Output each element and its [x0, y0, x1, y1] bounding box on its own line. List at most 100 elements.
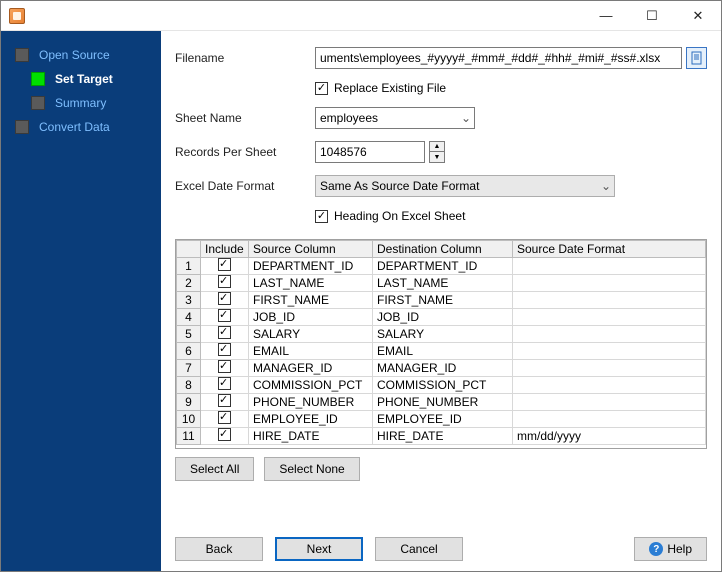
include-cell[interactable]: [201, 377, 249, 394]
records-per-sheet-input[interactable]: [315, 141, 425, 163]
source-cell[interactable]: SALARY: [249, 326, 373, 343]
col-srcdate[interactable]: Source Date Format: [513, 241, 706, 258]
nav-set-target[interactable]: Set Target: [1, 67, 161, 91]
browse-button[interactable]: [686, 47, 707, 69]
include-checkbox[interactable]: [218, 343, 231, 356]
select-all-button[interactable]: Select All: [175, 457, 254, 481]
dest-cell[interactable]: COMMISSION_PCT: [373, 377, 513, 394]
include-checkbox[interactable]: [218, 428, 231, 441]
col-source[interactable]: Source Column: [249, 241, 373, 258]
srcdate-cell[interactable]: [513, 394, 706, 411]
dest-cell[interactable]: DEPARTMENT_ID: [373, 258, 513, 275]
source-cell[interactable]: MANAGER_ID: [249, 360, 373, 377]
table-row[interactable]: 6 EMAILEMAIL: [177, 343, 706, 360]
source-cell[interactable]: JOB_ID: [249, 309, 373, 326]
include-checkbox[interactable]: [218, 394, 231, 407]
include-checkbox[interactable]: [218, 411, 231, 424]
source-cell[interactable]: COMMISSION_PCT: [249, 377, 373, 394]
replace-existing-checkbox[interactable]: [315, 82, 328, 95]
table-row[interactable]: 11HIRE_DATEHIRE_DATEmm/dd/yyyy: [177, 428, 706, 445]
row-header[interactable]: 2: [177, 275, 201, 292]
row-header[interactable]: 9: [177, 394, 201, 411]
row-header[interactable]: 6: [177, 343, 201, 360]
dest-cell[interactable]: HIRE_DATE: [373, 428, 513, 445]
include-cell[interactable]: [201, 258, 249, 275]
date-format-combo[interactable]: ⌄: [315, 175, 615, 197]
srcdate-cell[interactable]: [513, 309, 706, 326]
sheet-name-combo[interactable]: ⌄: [315, 107, 475, 129]
spinner-down[interactable]: ▼: [429, 152, 445, 163]
sheet-name-input[interactable]: [315, 107, 475, 129]
dest-cell[interactable]: JOB_ID: [373, 309, 513, 326]
table-row[interactable]: 8 COMMISSION_PCTCOMMISSION_PCT: [177, 377, 706, 394]
source-cell[interactable]: LAST_NAME: [249, 275, 373, 292]
dest-cell[interactable]: EMPLOYEE_ID: [373, 411, 513, 428]
row-header[interactable]: 11: [177, 428, 201, 445]
srcdate-cell[interactable]: mm/dd/yyyy: [513, 428, 706, 445]
select-none-button[interactable]: Select None: [264, 457, 359, 481]
include-cell[interactable]: [201, 394, 249, 411]
include-checkbox[interactable]: [218, 258, 231, 271]
table-row[interactable]: 3 FIRST_NAMEFIRST_NAME: [177, 292, 706, 309]
help-button[interactable]: ? Help: [634, 537, 707, 561]
include-cell[interactable]: [201, 292, 249, 309]
include-cell[interactable]: [201, 343, 249, 360]
maximize-button[interactable]: ☐: [629, 1, 675, 31]
srcdate-cell[interactable]: [513, 275, 706, 292]
source-cell[interactable]: PHONE_NUMBER: [249, 394, 373, 411]
dest-cell[interactable]: FIRST_NAME: [373, 292, 513, 309]
include-cell[interactable]: [201, 428, 249, 445]
include-checkbox[interactable]: [218, 292, 231, 305]
include-checkbox[interactable]: [218, 377, 231, 390]
row-header[interactable]: 4: [177, 309, 201, 326]
include-cell[interactable]: [201, 309, 249, 326]
include-checkbox[interactable]: [218, 360, 231, 373]
filename-input[interactable]: [315, 47, 682, 69]
table-row[interactable]: 5 SALARYSALARY: [177, 326, 706, 343]
include-cell[interactable]: [201, 326, 249, 343]
include-cell[interactable]: [201, 411, 249, 428]
include-checkbox[interactable]: [218, 275, 231, 288]
source-cell[interactable]: HIRE_DATE: [249, 428, 373, 445]
source-cell[interactable]: DEPARTMENT_ID: [249, 258, 373, 275]
srcdate-cell[interactable]: [513, 292, 706, 309]
row-header[interactable]: 8: [177, 377, 201, 394]
row-header[interactable]: 5: [177, 326, 201, 343]
table-row[interactable]: 10EMPLOYEE_IDEMPLOYEE_ID: [177, 411, 706, 428]
nav-summary[interactable]: Summary: [1, 91, 161, 115]
row-header[interactable]: 7: [177, 360, 201, 377]
srcdate-cell[interactable]: [513, 360, 706, 377]
table-row[interactable]: 2LAST_NAMELAST_NAME: [177, 275, 706, 292]
date-format-value[interactable]: [315, 175, 615, 197]
row-header[interactable]: 3: [177, 292, 201, 309]
row-header[interactable]: 1: [177, 258, 201, 275]
table-row[interactable]: 1 DEPARTMENT_IDDEPARTMENT_ID: [177, 258, 706, 275]
col-dest[interactable]: Destination Column: [373, 241, 513, 258]
srcdate-cell[interactable]: [513, 258, 706, 275]
srcdate-cell[interactable]: [513, 343, 706, 360]
nav-open-source[interactable]: Open Source: [1, 43, 161, 67]
dest-cell[interactable]: SALARY: [373, 326, 513, 343]
srcdate-cell[interactable]: [513, 326, 706, 343]
source-cell[interactable]: FIRST_NAME: [249, 292, 373, 309]
dest-cell[interactable]: PHONE_NUMBER: [373, 394, 513, 411]
nav-convert-data[interactable]: Convert Data: [1, 115, 161, 139]
heading-on-sheet-checkbox[interactable]: [315, 210, 328, 223]
table-row[interactable]: 4 JOB_IDJOB_ID: [177, 309, 706, 326]
dest-cell[interactable]: MANAGER_ID: [373, 360, 513, 377]
col-include[interactable]: Include: [201, 241, 249, 258]
table-row[interactable]: 9 PHONE_NUMBERPHONE_NUMBER: [177, 394, 706, 411]
dest-cell[interactable]: EMAIL: [373, 343, 513, 360]
source-cell[interactable]: EMAIL: [249, 343, 373, 360]
include-checkbox[interactable]: [218, 326, 231, 339]
include-checkbox[interactable]: [218, 309, 231, 322]
close-button[interactable]: ✕: [675, 1, 721, 31]
next-button[interactable]: Next: [275, 537, 363, 561]
spinner-up[interactable]: ▲: [429, 141, 445, 152]
srcdate-cell[interactable]: [513, 411, 706, 428]
include-cell[interactable]: [201, 360, 249, 377]
include-cell[interactable]: [201, 275, 249, 292]
back-button[interactable]: Back: [175, 537, 263, 561]
cancel-button[interactable]: Cancel: [375, 537, 463, 561]
row-header[interactable]: 10: [177, 411, 201, 428]
